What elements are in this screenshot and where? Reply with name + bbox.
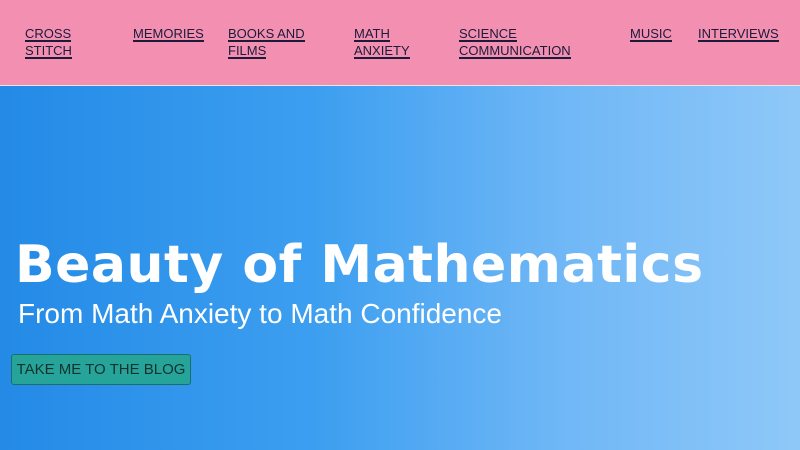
nav-link-label-line: INTERVIEWS [698, 26, 779, 42]
hero-title: Beauty of Mathematics [15, 235, 704, 295]
nav-link-math-anxiety[interactable]: MATH ANXIETY [354, 25, 410, 59]
nav-link-label-line: MATH [354, 26, 390, 42]
blog-cta-button[interactable]: TAKE ME TO THE BLOG [11, 354, 191, 385]
nav-link-label-line: COMMUNICATION [459, 43, 571, 59]
nav-link-cross-stitch[interactable]: CROSS STITCH [25, 25, 72, 59]
nav-link-label-line: SCIENCE [459, 26, 517, 42]
nav-link-books-and-films[interactable]: BOOKS AND FILMS [228, 25, 305, 59]
nav-link-label-line: MUSIC [630, 26, 672, 42]
nav-link-label-line: BOOKS AND [228, 26, 305, 42]
hero-section: Beauty of Mathematics From Math Anxiety … [0, 86, 800, 450]
nav-link-label-line: STITCH [25, 43, 72, 59]
nav-link-interviews[interactable]: INTERVIEWS [698, 25, 779, 42]
nav-link-label-line: FILMS [228, 43, 267, 59]
nav-link-label-line: ANXIETY [354, 43, 410, 59]
hero-subtitle: From Math Anxiety to Math Confidence [18, 298, 502, 329]
nav-link-science-communication[interactable]: SCIENCE COMMUNICATION [459, 25, 571, 59]
nav-link-label-line: CROSS [25, 26, 72, 42]
nav-link-music[interactable]: MUSIC [630, 25, 672, 42]
top-navigation: CROSS STITCH MEMORIES BOOKS AND FILMS MA… [0, 0, 800, 86]
nav-link-label-line: MEMORIES [133, 26, 204, 42]
nav-link-memories[interactable]: MEMORIES [133, 25, 204, 42]
